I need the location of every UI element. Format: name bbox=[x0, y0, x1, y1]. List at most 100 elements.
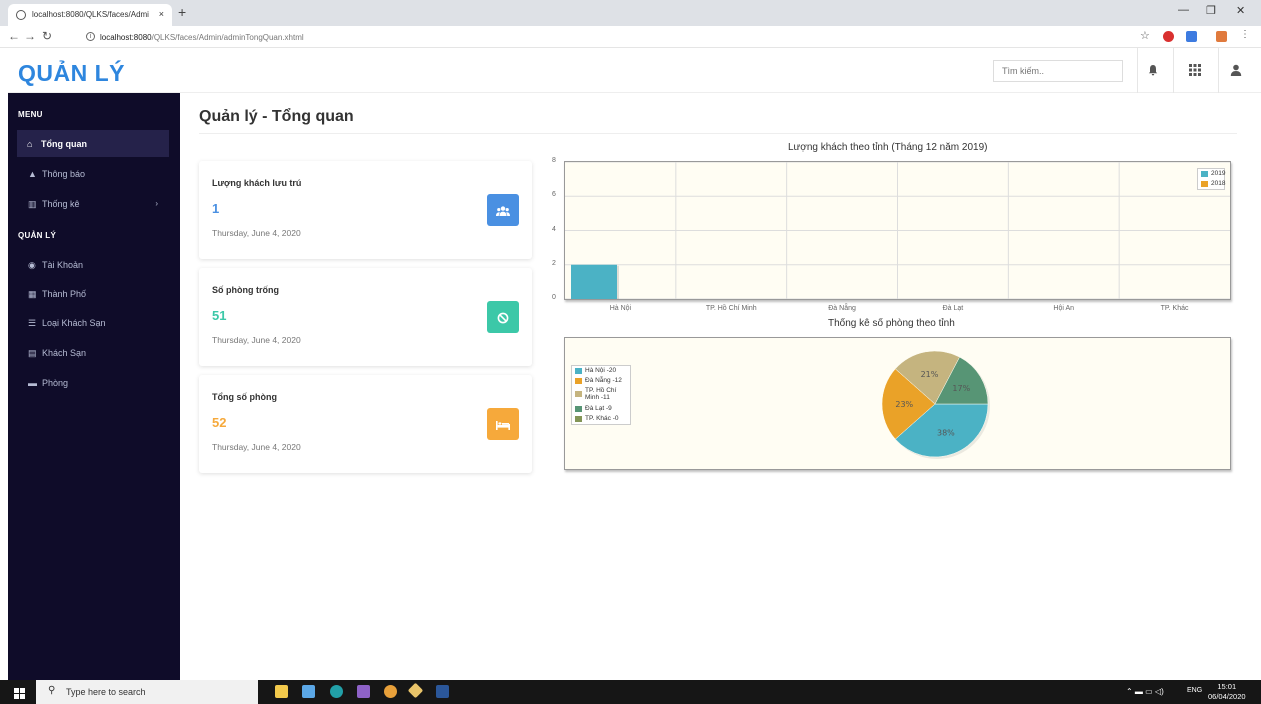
legend-label: 2019 bbox=[1211, 170, 1226, 177]
star-icon[interactable]: ☆ bbox=[1140, 29, 1150, 42]
grid-icon[interactable] bbox=[1188, 64, 1202, 78]
tab-close-button[interactable]: × bbox=[159, 9, 164, 19]
sidebar-item-loai-khach-san[interactable]: ☰ Loại Khách Sạn bbox=[18, 309, 170, 336]
sidebar-item-thong-ke[interactable]: ▥ Thống kê › bbox=[18, 190, 170, 217]
sidebar-item-tong-quan[interactable]: ⌂ Tổng quan bbox=[17, 130, 169, 157]
sidebar-item-label: Thông báo bbox=[42, 169, 86, 179]
bed-icon: ▬ bbox=[28, 378, 37, 388]
sidebar-item-label: Thành Phố bbox=[42, 289, 87, 299]
sidebar-item-phong[interactable]: ▬ Phòng bbox=[18, 369, 170, 396]
y-tick-label: 0 bbox=[552, 294, 556, 301]
list-icon: ☰ bbox=[28, 318, 37, 328]
extension-icon[interactable] bbox=[1216, 31, 1227, 42]
x-tick-label: TP. Khác bbox=[1160, 305, 1189, 312]
url-host: localhost:8080 bbox=[100, 33, 152, 42]
home-icon: ⌂ bbox=[27, 139, 33, 149]
card-label: Lượng khách lưu trú bbox=[212, 178, 302, 188]
taskbar: ⚲ Type here to search ⌃ ▬ ▭ ◁) ENG 15:01… bbox=[0, 680, 1261, 704]
file-explorer-icon[interactable] bbox=[275, 685, 288, 698]
browser-tabbar: localhost:8080/QLKS/faces/Admi × + — ❐ ✕ bbox=[0, 0, 1261, 26]
user-circle-icon: ◉ bbox=[28, 260, 36, 270]
sidebar-item-label: Loại Khách Sạn bbox=[42, 318, 106, 328]
users-icon[interactable] bbox=[487, 194, 519, 226]
sidebar-item-tai-khoan[interactable]: ◉ Tài Khoản bbox=[18, 251, 170, 278]
back-icon[interactable]: ← bbox=[8, 29, 20, 43]
minimize-icon[interactable]: — bbox=[1178, 4, 1189, 16]
clock[interactable]: 15:01 06/04/2020 bbox=[1208, 682, 1246, 702]
sidebar-item-thanh-pho[interactable]: ▦ Thành Phố bbox=[18, 280, 170, 307]
adblock-icon[interactable] bbox=[1163, 31, 1174, 42]
card-date: Thursday, June 4, 2020 bbox=[212, 228, 301, 238]
ban-icon[interactable] bbox=[487, 301, 519, 333]
pie-slice-label: 23% bbox=[895, 400, 913, 409]
card-label: Tổng số phòng bbox=[212, 392, 277, 402]
brand-logo[interactable]: QUẢN LÝ bbox=[18, 60, 125, 87]
app-header: QUẢN LÝ bbox=[8, 48, 1261, 93]
bell-icon: ▲ bbox=[28, 169, 37, 179]
bar-chart-plot: 2019 2018 bbox=[564, 161, 1231, 300]
y-tick-label: 4 bbox=[552, 225, 556, 233]
forward-icon[interactable]: → bbox=[24, 29, 36, 43]
card-value: 1 bbox=[212, 201, 220, 216]
stat-card-empty-rooms: Số phòng trống 51 Thursday, June 4, 2020 bbox=[199, 268, 532, 366]
bed-icon[interactable] bbox=[487, 408, 519, 440]
url-field[interactable]: i localhost:8080/QLKS/faces/Admin/adminT… bbox=[86, 29, 1126, 45]
page-title: Quản lý - Tổng quan bbox=[199, 108, 354, 125]
hotel-icon: ▤ bbox=[28, 348, 37, 358]
more-menu-icon[interactable]: ⋮ bbox=[1240, 29, 1250, 40]
y-tick-label: 8 bbox=[552, 157, 556, 164]
user-icon[interactable] bbox=[1229, 64, 1243, 78]
legend-label: 2018 bbox=[1211, 180, 1226, 187]
search-icon: ⚲ bbox=[48, 685, 56, 696]
sidebar-item-label: Thống kê bbox=[42, 199, 80, 209]
building-icon: ▦ bbox=[28, 289, 37, 299]
extension-icon[interactable] bbox=[1186, 31, 1197, 42]
taskbar-search-input[interactable]: ⚲ Type here to search bbox=[36, 680, 258, 704]
chrome-icon[interactable] bbox=[384, 685, 397, 698]
pie-slice-label: 38% bbox=[937, 429, 955, 438]
pie-slice-label: 17% bbox=[952, 384, 970, 393]
search-input[interactable] bbox=[993, 60, 1123, 82]
address-bar: ← → ↻ i localhost:8080/QLKS/faces/Admin/… bbox=[0, 26, 1261, 48]
new-tab-button[interactable]: + bbox=[178, 4, 186, 20]
legend-swatch bbox=[1201, 181, 1208, 187]
window-close-icon[interactable]: ✕ bbox=[1236, 4, 1245, 17]
reload-icon[interactable]: ↻ bbox=[42, 29, 52, 43]
browser-tab[interactable]: localhost:8080/QLKS/faces/Admi × bbox=[8, 4, 172, 26]
bell-icon[interactable] bbox=[1146, 64, 1160, 78]
x-tick-label: Hội An bbox=[1053, 305, 1075, 312]
card-value: 51 bbox=[212, 308, 227, 323]
card-date: Thursday, June 4, 2020 bbox=[212, 335, 301, 345]
y-tick-label: 6 bbox=[552, 191, 556, 199]
edge-browser-icon[interactable] bbox=[330, 685, 343, 698]
url-path: /QLKS/faces/Admin/adminTongQuan.xhtml bbox=[151, 33, 304, 42]
divider bbox=[1137, 48, 1138, 93]
pie-chart-title: Thống kê số phòng theo tỉnh bbox=[828, 318, 955, 329]
bar-chart-title: Lượng khách theo tỉnh (Tháng 12 năm 2019… bbox=[788, 142, 988, 153]
sidebar-item-label: Khách Sạn bbox=[42, 348, 87, 358]
pie-slice-label: 21% bbox=[921, 370, 939, 379]
clock-time: 15:01 bbox=[1217, 682, 1237, 691]
sidebar-item-label: Tài Khoản bbox=[42, 260, 84, 270]
x-tick-label: Đà Lạt bbox=[942, 305, 964, 312]
windows-start-icon[interactable] bbox=[14, 686, 25, 699]
bar-2019-Hà Nội[interactable] bbox=[571, 264, 617, 299]
divider bbox=[199, 133, 1237, 134]
x-tick-label: Đà Nẵng bbox=[828, 305, 856, 312]
restore-icon[interactable]: ❐ bbox=[1206, 4, 1216, 17]
sidebar: MENU ⌂ Tổng quan ▲ Thông báo ▥ Thống kê › Q… bbox=[8, 93, 180, 680]
language-indicator[interactable]: ENG bbox=[1187, 687, 1202, 694]
app-icon[interactable] bbox=[302, 685, 315, 698]
word-icon[interactable] bbox=[436, 685, 449, 698]
sidebar-item-khach-san[interactable]: ▤ Khách Sạn bbox=[18, 339, 170, 366]
pie-chart-plot: Hà Nội -20 Đà Nẵng -12 TP. Hồ Chí Minh -… bbox=[564, 337, 1231, 470]
git-icon[interactable] bbox=[407, 682, 424, 699]
sidebar-item-thong-bao[interactable]: ▲ Thông báo bbox=[18, 160, 170, 187]
x-tick-label: TP. Hồ Chí Minh bbox=[705, 305, 757, 312]
visual-studio-icon[interactable] bbox=[357, 685, 370, 698]
sidebar-heading-menu: MENU bbox=[18, 110, 43, 119]
card-date: Thursday, June 4, 2020 bbox=[212, 442, 301, 452]
y-tick-label: 2 bbox=[552, 259, 556, 267]
tray-icons[interactable]: ⌃ ▬ ▭ ◁) bbox=[1126, 687, 1164, 696]
tab-title: localhost:8080/QLKS/faces/Admi bbox=[32, 10, 149, 19]
